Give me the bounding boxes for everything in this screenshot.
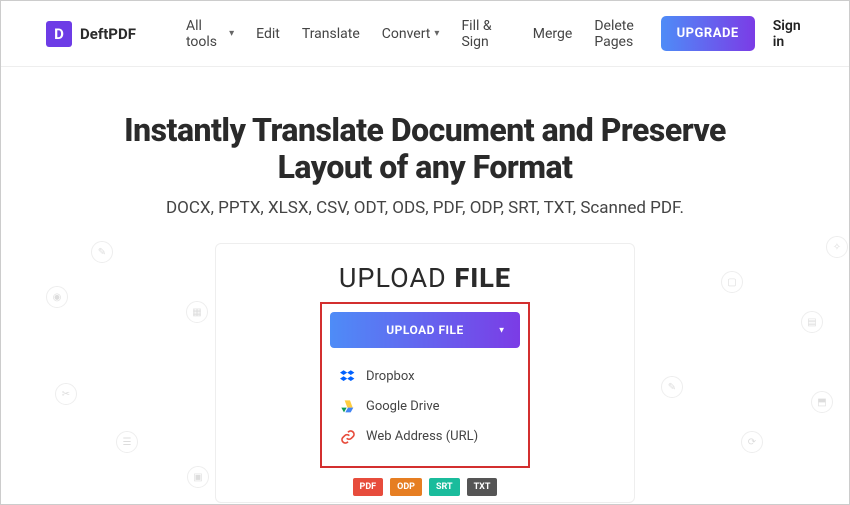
logo-icon: D xyxy=(46,21,72,47)
dropbox-icon xyxy=(340,369,356,385)
badge-odp: ODP xyxy=(390,478,422,496)
nav-merge[interactable]: Merge xyxy=(533,26,573,42)
header-right: UPGRADE Sign in xyxy=(661,16,804,51)
page-subtitle: DOCX, PPTX, XLSX, CSV, ODT, ODS, PDF, OD… xyxy=(61,198,789,218)
bg-icon: ✎ xyxy=(91,241,113,263)
chevron-down-icon: ▾ xyxy=(229,28,234,39)
page-title: Instantly Translate Document and Preserv… xyxy=(61,112,789,186)
bg-icon: ▣ xyxy=(187,466,209,488)
source-dropbox[interactable]: Dropbox xyxy=(330,362,520,392)
source-google-drive[interactable]: Google Drive xyxy=(330,392,520,422)
badge-txt: TXT xyxy=(467,478,498,496)
nav-delete-pages[interactable]: Delete Pages xyxy=(594,18,660,50)
upload-dropdown: UPLOAD FILE ▼ Dropbox Google Drive Web xyxy=(320,302,530,468)
google-drive-icon xyxy=(340,399,356,415)
upload-source-list: Dropbox Google Drive Web Address (URL) xyxy=(330,356,520,458)
upgrade-button[interactable]: UPGRADE xyxy=(661,16,755,51)
bg-icon: ◉ xyxy=(46,286,68,308)
badge-pdf: PDF xyxy=(353,478,384,496)
source-label: Google Drive xyxy=(366,399,439,414)
source-label: Web Address (URL) xyxy=(366,429,478,444)
source-url[interactable]: Web Address (URL) xyxy=(330,422,520,452)
nav-fill-sign[interactable]: Fill & Sign xyxy=(461,18,510,50)
bg-icon: ▦ xyxy=(186,301,208,323)
source-label: Dropbox xyxy=(366,369,415,384)
nav-edit[interactable]: Edit xyxy=(256,26,280,42)
nav-all-tools[interactable]: All tools▾ xyxy=(186,18,234,50)
bg-icon: ⬒ xyxy=(811,391,833,413)
upload-heading: UPLOAD FILE xyxy=(216,262,634,294)
hero: Instantly Translate Document and Preserv… xyxy=(1,67,849,233)
bg-icon: ✂ xyxy=(55,383,77,405)
logo[interactable]: D DeftPDF xyxy=(46,21,136,47)
nav-convert[interactable]: Convert▾ xyxy=(382,26,440,42)
logo-text: DeftPDF xyxy=(80,25,136,43)
link-icon xyxy=(340,429,356,445)
bg-icon: ✎ xyxy=(661,376,683,398)
bg-icon: ▤ xyxy=(801,311,823,333)
upload-file-button[interactable]: UPLOAD FILE ▼ xyxy=(330,312,520,348)
bg-icon: ✧ xyxy=(826,236,848,258)
upload-panel: UPLOAD FILE UPLOAD FILE ▼ Dropbox Google… xyxy=(215,243,635,503)
bg-icon: ☰ xyxy=(116,431,138,453)
nav: All tools▾ Edit Translate Convert▾ Fill … xyxy=(186,18,661,50)
bg-icon: ⟳ xyxy=(741,431,763,453)
format-badges: PDF ODP SRT TXT xyxy=(216,478,634,496)
bg-icon: ▢ xyxy=(721,271,743,293)
nav-translate[interactable]: Translate xyxy=(302,26,360,42)
signin-link[interactable]: Sign in xyxy=(773,18,804,50)
header: D DeftPDF All tools▾ Edit Translate Conv… xyxy=(1,1,849,67)
dropdown-caret-icon: ▼ xyxy=(498,325,506,334)
badge-srt: SRT xyxy=(429,478,460,496)
chevron-down-icon: ▾ xyxy=(434,28,439,39)
